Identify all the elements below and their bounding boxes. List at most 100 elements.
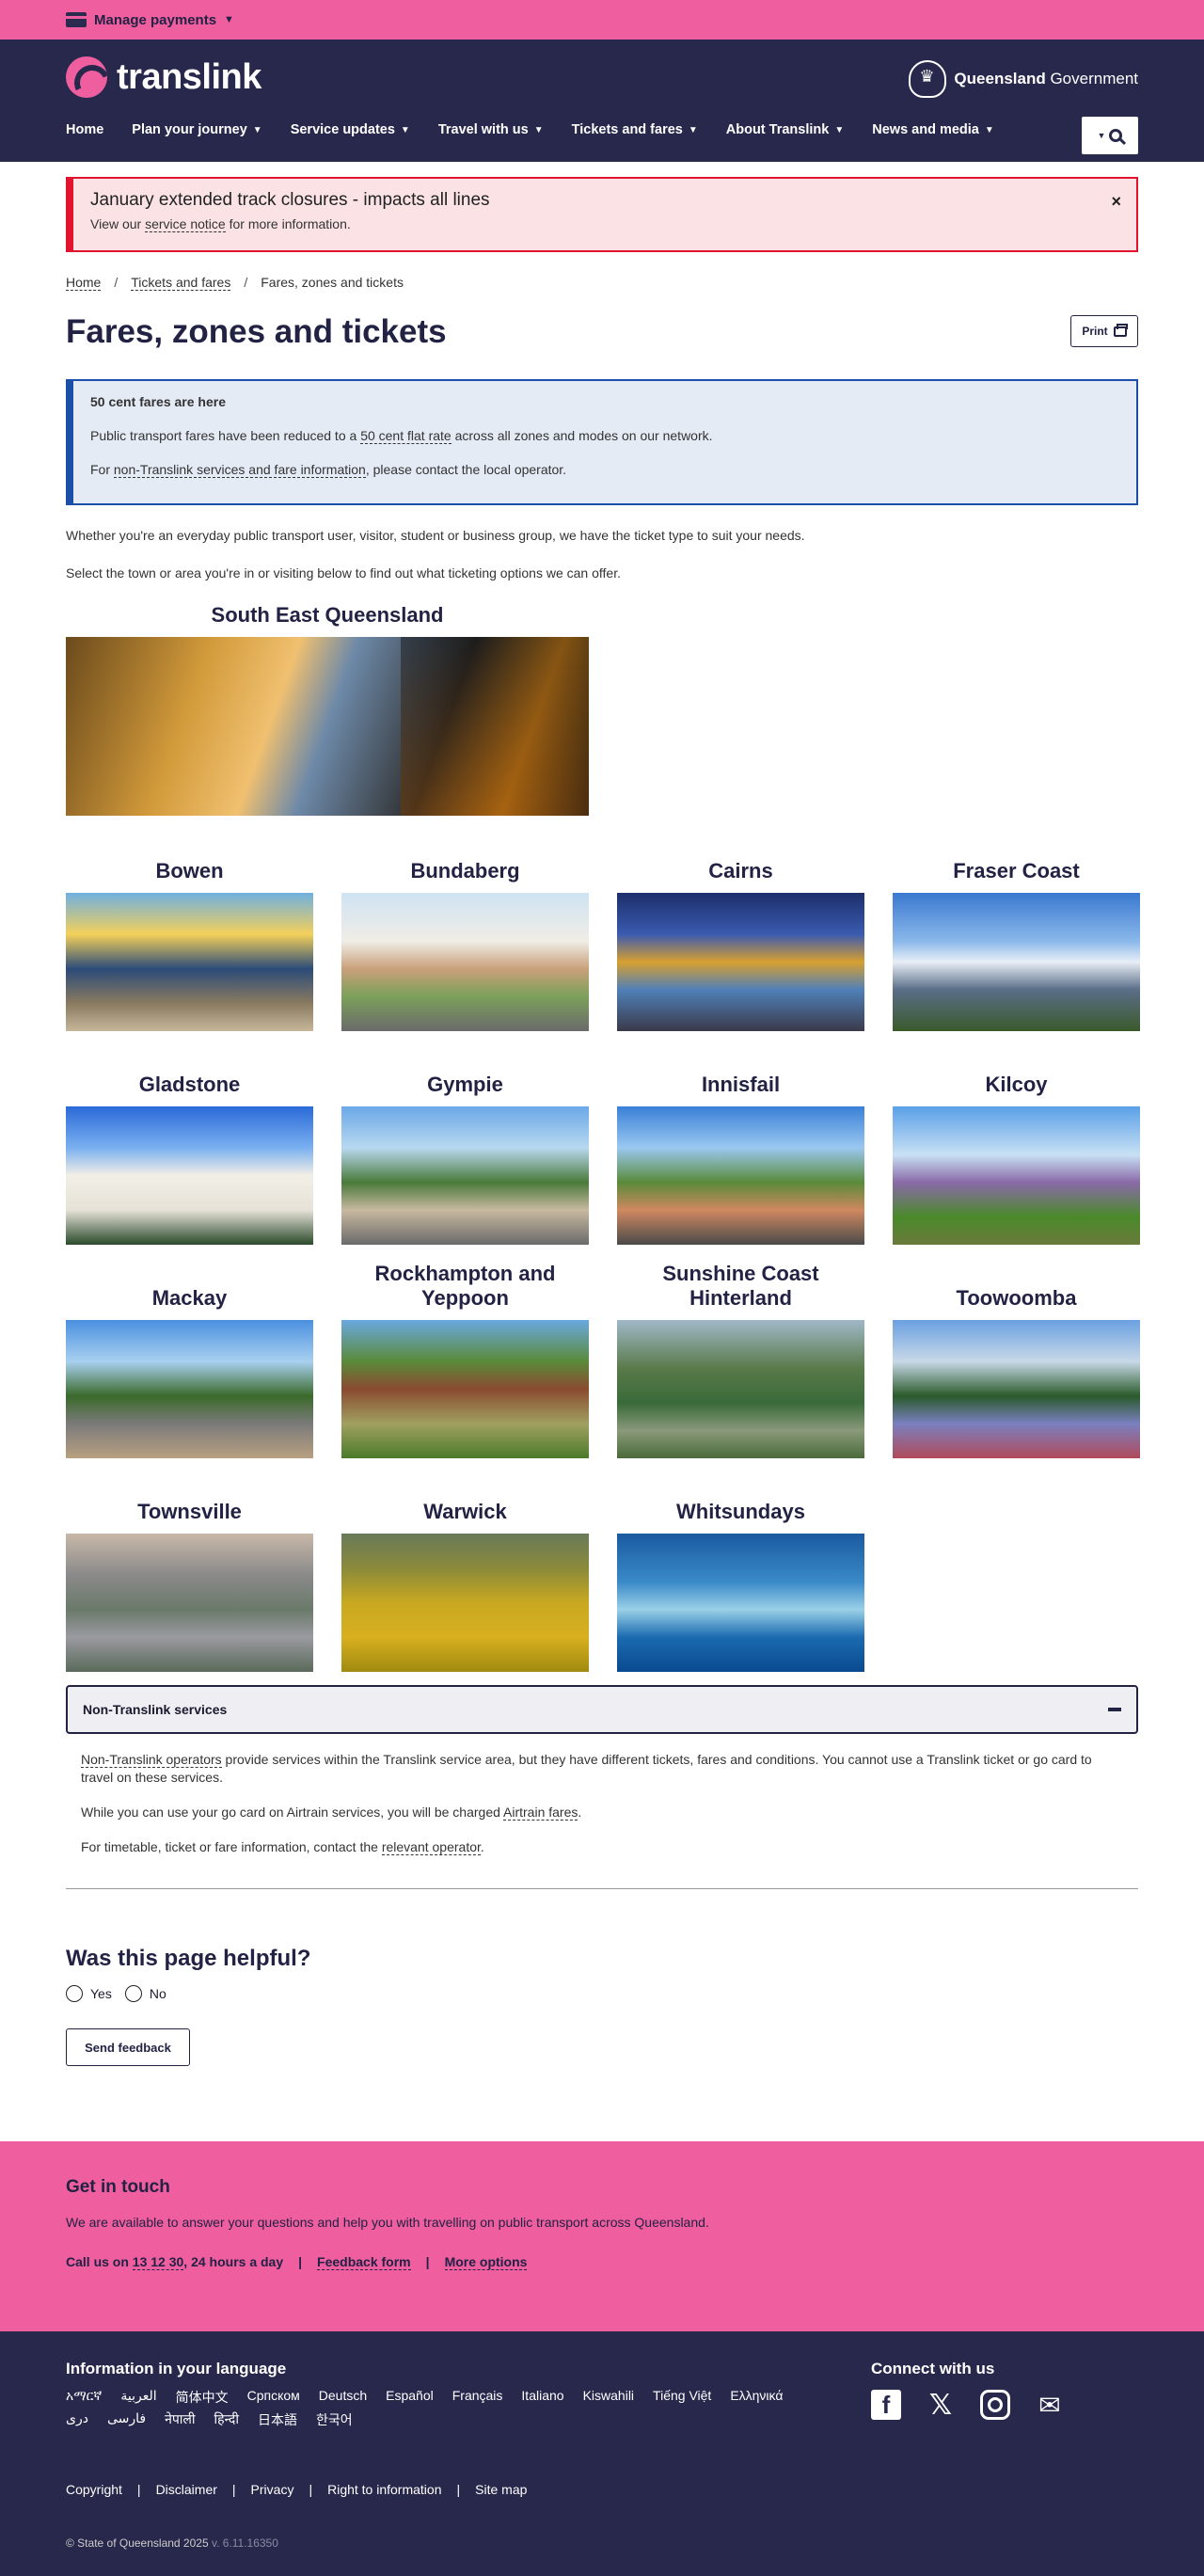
facebook-icon[interactable]: f xyxy=(871,2390,901,2420)
caret-down-icon: ▼ xyxy=(224,14,234,25)
nav-tickets-and-fares[interactable]: Tickets and fares ▼ xyxy=(572,122,698,137)
manage-payments-menu[interactable]: Manage payments ▼ xyxy=(66,12,234,28)
nav-news-and-media[interactable]: News and media ▼ xyxy=(872,122,994,137)
print-label: Print xyxy=(1082,325,1108,338)
info-box-text-2: For non-Translink services and fare info… xyxy=(90,462,567,478)
chevron-down-icon: ▼ xyxy=(834,124,845,135)
feedback-form-link[interactable]: Feedback form xyxy=(317,2254,411,2270)
language-link[interactable]: हिन्दी xyxy=(214,2410,239,2429)
region-title: South East Queensland xyxy=(211,603,444,627)
fares-info-box: 50 cent fares are here Public transport … xyxy=(66,379,1138,505)
airtrain-fares-link[interactable]: Airtrain fares xyxy=(503,1805,578,1821)
search-button[interactable]: ▼ xyxy=(1082,117,1138,154)
close-icon[interactable]: × xyxy=(1111,192,1121,212)
region-tile[interactable]: Bundaberg xyxy=(341,844,589,1031)
region-tile[interactable]: Toowoomba xyxy=(893,1271,1140,1458)
x-icon[interactable]: 𝕏 xyxy=(926,2390,956,2421)
region-tile[interactable]: Townsville xyxy=(66,1485,313,1672)
radio-button[interactable] xyxy=(124,1985,142,2002)
privacy-link[interactable]: Privacy xyxy=(251,2482,294,2497)
non-translink-link[interactable]: non-Translink services and fare informat… xyxy=(113,462,366,478)
language-link[interactable]: नेपाली xyxy=(165,2410,195,2429)
region-tile[interactable]: Fraser Coast xyxy=(893,844,1140,1031)
region-image xyxy=(617,1320,864,1458)
nav-plan-your-journey[interactable]: Plan your journey ▼ xyxy=(132,122,261,137)
relevant-operator-link[interactable]: relevant operator xyxy=(381,1839,481,1855)
region-tile[interactable]: Rockhampton and Yeppoon xyxy=(341,1262,589,1458)
language-link[interactable]: العربية xyxy=(120,2388,156,2407)
language-link[interactable]: Српском xyxy=(247,2388,300,2407)
region-image xyxy=(66,637,589,816)
language-link[interactable]: Español xyxy=(386,2388,434,2407)
alert-text: View our service notice for more informa… xyxy=(90,216,351,232)
language-link[interactable]: 日本語 xyxy=(258,2410,297,2429)
region-tile[interactable]: Innisfail xyxy=(617,1057,864,1245)
language-link[interactable]: فارسی xyxy=(107,2410,146,2429)
region-title: Innisfail xyxy=(701,1073,781,1096)
nav-travel-with-us[interactable]: Travel with us ▼ xyxy=(438,122,544,137)
language-link[interactable]: 한국어 xyxy=(316,2410,353,2429)
radio-button[interactable] xyxy=(66,1985,83,2002)
region-title: Whitsundays xyxy=(676,1500,805,1523)
language-link[interactable]: 简体中文 xyxy=(176,2388,229,2407)
language-link[interactable]: Italiano xyxy=(521,2388,563,2407)
non-translink-operators-link[interactable]: Non-Translink operators xyxy=(81,1752,222,1768)
region-tile[interactable]: Whitsundays xyxy=(617,1485,864,1672)
region-image xyxy=(617,893,864,1031)
version: v. 6.11.16350 xyxy=(208,2536,278,2550)
more-options-link[interactable]: More options xyxy=(444,2254,528,2270)
region-tile[interactable]: Gympie xyxy=(341,1057,589,1245)
region-tile[interactable]: Sunshine Coast Hinterland xyxy=(617,1262,864,1458)
region-tile[interactable]: Cairns xyxy=(617,844,864,1031)
right-to-information-link[interactable]: Right to information xyxy=(327,2482,441,2497)
service-alert: January extended track closures - impact… xyxy=(66,177,1138,252)
phone-link[interactable]: 13 12 30 xyxy=(132,2254,184,2270)
accordion-paragraph: While you can use your go card on Airtra… xyxy=(81,1805,582,1821)
region-image xyxy=(66,1106,313,1245)
site-map-link[interactable]: Site map xyxy=(475,2482,527,2497)
language-link[interactable]: Kiswahili xyxy=(583,2388,634,2407)
caret-down-icon: ▼ xyxy=(1097,131,1106,140)
language-link[interactable]: Français xyxy=(452,2388,503,2407)
non-translink-accordion[interactable]: Non-Translink services xyxy=(66,1685,1138,1734)
region-tile[interactable]: Bowen xyxy=(66,844,313,1031)
region-tile[interactable]: Warwick xyxy=(341,1485,589,1672)
region-title: Mackay xyxy=(151,1286,228,1310)
radio-no[interactable]: No xyxy=(124,1985,166,2002)
breadcrumb-current: Fares, zones and tickets xyxy=(261,275,404,290)
region-tile-seq[interactable]: South East Queensland xyxy=(66,603,589,816)
qld-gov-bold: Queensland xyxy=(954,70,1046,87)
region-image xyxy=(66,893,313,1031)
email-subscribe-icon[interactable]: ✉ xyxy=(1035,2390,1065,2420)
nav-service-updates[interactable]: Service updates ▼ xyxy=(291,122,410,137)
copyright-link[interactable]: Copyright xyxy=(66,2482,122,2497)
send-feedback-button[interactable]: Send feedback xyxy=(66,2028,190,2066)
disclaimer-link[interactable]: Disclaimer xyxy=(156,2482,217,2497)
search-icon xyxy=(1109,129,1123,142)
language-link[interactable]: አማርኛ xyxy=(66,2388,102,2407)
region-tile[interactable]: Kilcoy xyxy=(893,1057,1140,1245)
accordion-label: Non-Translink services xyxy=(83,1702,228,1717)
page-feedback: Was this page helpful? Yes No Send feedb… xyxy=(66,1946,1138,2066)
flat-rate-link[interactable]: 50 cent flat rate xyxy=(360,428,452,444)
chevron-down-icon: ▼ xyxy=(252,124,262,135)
instagram-icon[interactable] xyxy=(980,2390,1010,2420)
radio-yes[interactable]: Yes xyxy=(66,1985,112,2002)
language-link[interactable]: Deutsch xyxy=(319,2388,367,2407)
service-notice-link[interactable]: service notice xyxy=(145,216,226,232)
social-title: Connect with us xyxy=(871,2360,995,2377)
language-link[interactable]: دری xyxy=(66,2410,88,2429)
qld-government-logo[interactable]: Queensland Government xyxy=(909,60,1138,98)
accordion-paragraph: Non-Translink operators provide services… xyxy=(81,1752,1092,1785)
intro-paragraph: Select the town or area you're in or vis… xyxy=(66,565,621,580)
nav-about-translink[interactable]: About Translink ▼ xyxy=(726,122,844,137)
breadcrumb-tickets-and-fares[interactable]: Tickets and fares xyxy=(131,275,231,291)
breadcrumb-home[interactable]: Home xyxy=(66,275,102,291)
nav-home[interactable]: Home xyxy=(66,122,103,137)
print-button[interactable]: Print xyxy=(1070,315,1138,347)
language-link[interactable]: Tiếng Việt xyxy=(653,2388,711,2407)
language-link[interactable]: Ελληνικά xyxy=(730,2388,783,2407)
region-tile[interactable]: Gladstone xyxy=(66,1057,313,1245)
translink-logo[interactable]: translink xyxy=(66,56,261,98)
region-tile[interactable]: Mackay xyxy=(66,1271,313,1458)
